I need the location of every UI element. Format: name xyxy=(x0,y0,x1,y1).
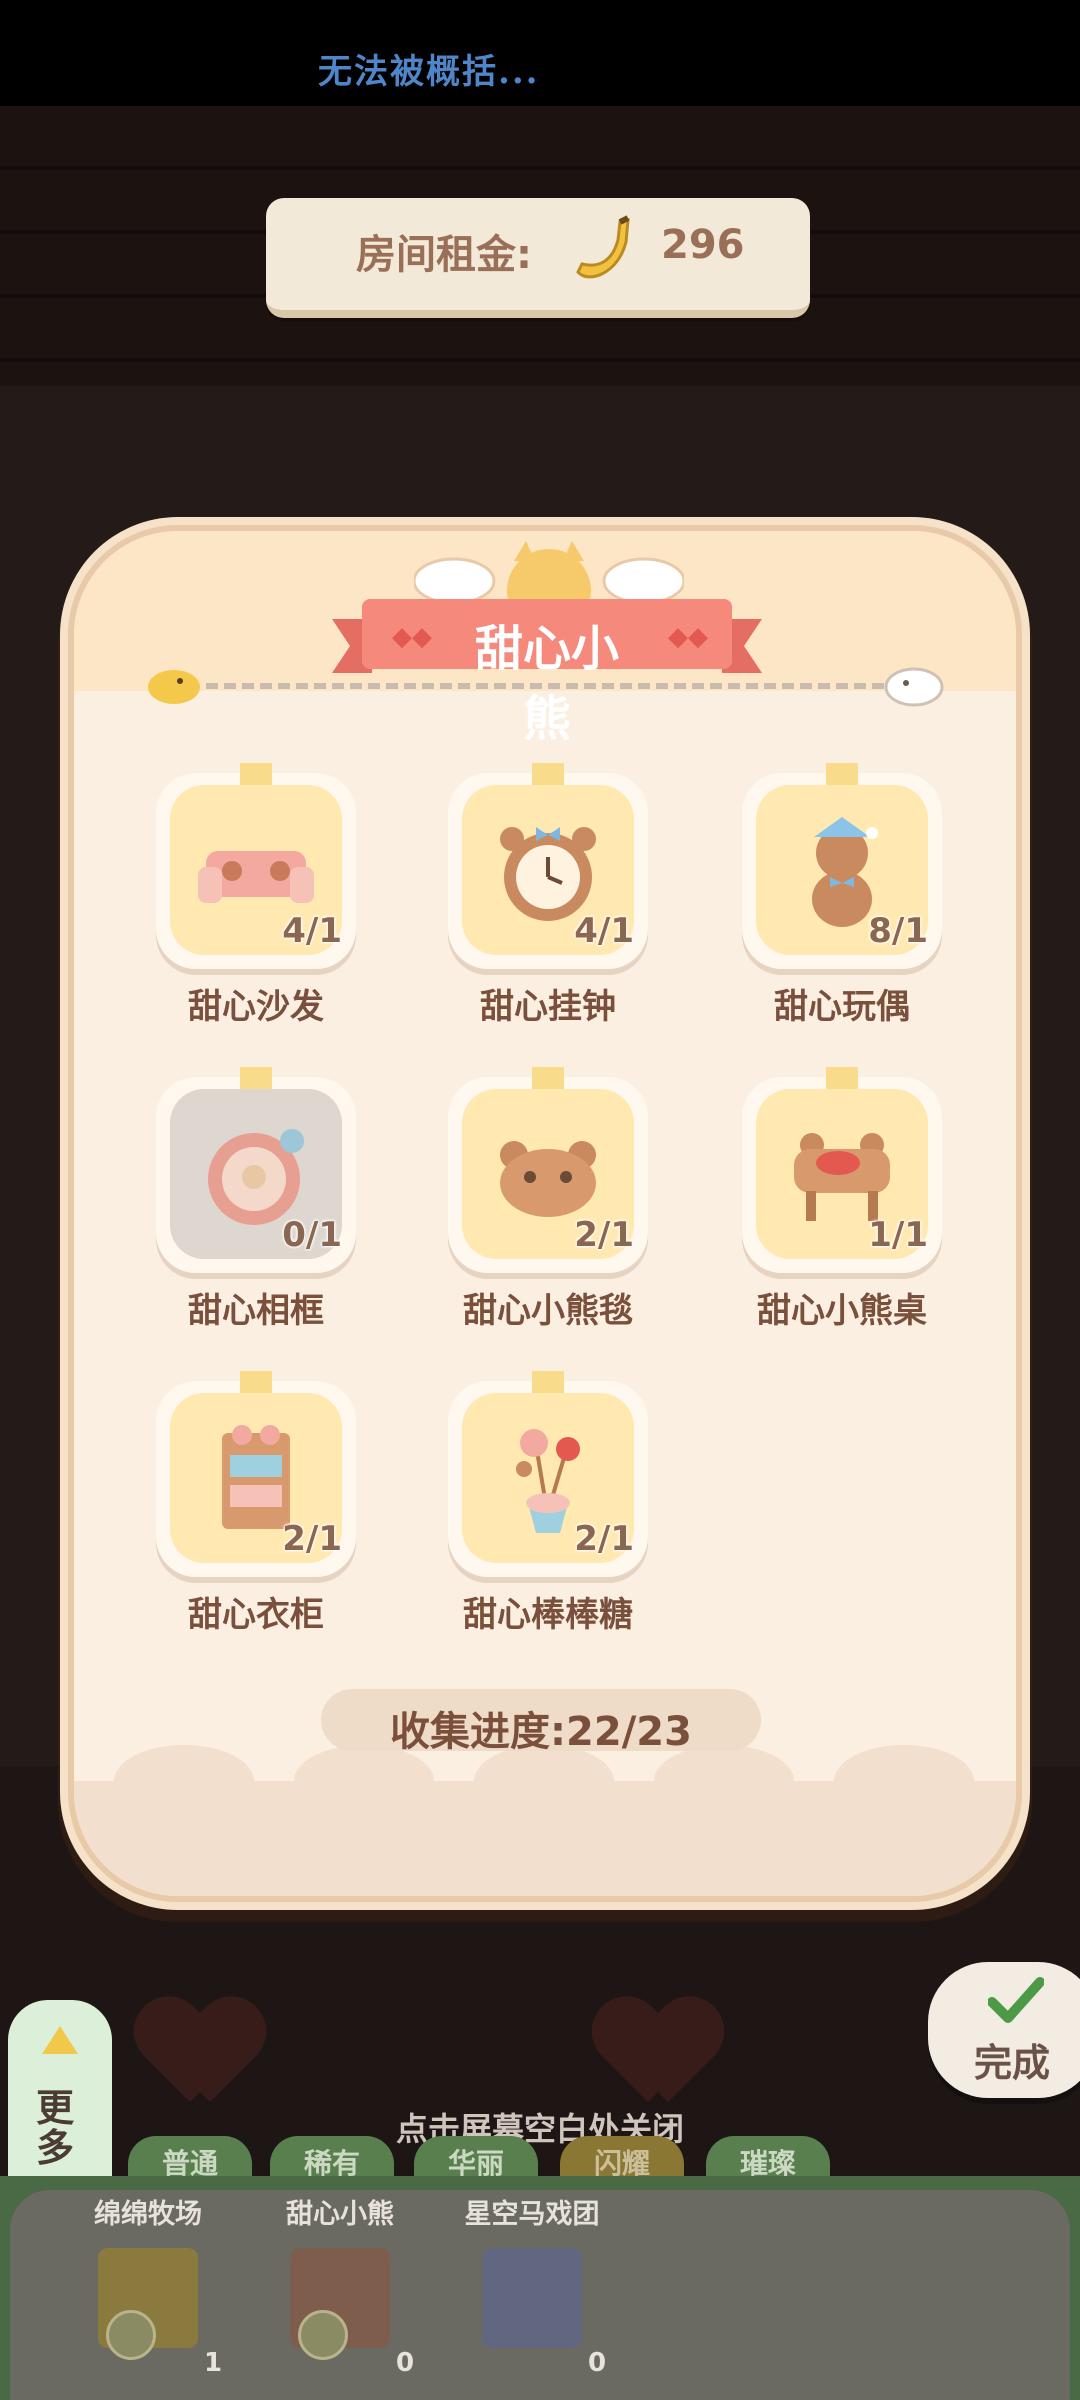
set-count: 0 xyxy=(396,2348,415,2378)
modal-title: 甜心小熊 xyxy=(474,621,619,747)
set-name: 甜心小熊 xyxy=(286,2199,394,2230)
set-count: 1 xyxy=(204,2348,223,2378)
item-count: 1/1 xyxy=(868,1215,928,1255)
item-name: 甜心棒棒糖 xyxy=(463,1595,633,1635)
checkmark-icon xyxy=(988,1977,1044,2023)
magnifier-icon xyxy=(106,2310,156,2360)
svg-text:◆◆: ◆◆ xyxy=(392,622,432,652)
collection-progress-text: 收集进度:22/23 xyxy=(390,1709,692,1755)
status-bar: 无法被概括... xyxy=(0,0,1080,106)
set-item[interactable]: 绵绵牧场 1 xyxy=(68,2192,228,2392)
item-count: 4/1 xyxy=(574,911,634,951)
collection-modal: ◆◆ ◆◆ 甜心小熊 4/1 甜心沙发 4/1 甜心挂钟 8/1 甜心玩偶 0/… xyxy=(68,525,1022,1902)
status-text: 无法被概括... xyxy=(318,52,540,92)
item-name: 甜心玩偶 xyxy=(774,987,910,1027)
dashed-divider xyxy=(206,683,884,689)
more-button[interactable]: 更多 xyxy=(8,2000,112,2200)
rent-value: 296 xyxy=(661,222,745,268)
item-name: 甜心小熊毯 xyxy=(463,1291,633,1331)
chick-icon xyxy=(148,670,200,704)
rent-label: 房间租金: xyxy=(356,232,532,278)
ghost-icon xyxy=(884,667,944,707)
arrow-up-icon xyxy=(42,2026,78,2054)
item-count: 4/1 xyxy=(282,911,342,951)
item-count: 2/1 xyxy=(282,1519,342,1559)
set-item[interactable]: 星空马戏团 0 xyxy=(452,2192,612,2392)
item-name: 甜心衣柜 xyxy=(188,1595,324,1635)
modal-footer-band xyxy=(74,1745,1016,1896)
set-name: 绵绵牧场 xyxy=(94,2199,202,2230)
svg-text:◆◆: ◆◆ xyxy=(668,622,708,652)
set-item[interactable]: 甜心小熊 0 xyxy=(260,2192,420,2392)
done-button[interactable]: 完成 xyxy=(928,1962,1080,2098)
item-count: 0/1 xyxy=(282,1215,342,1255)
item-count: 8/1 xyxy=(868,911,928,951)
item-name: 甜心挂钟 xyxy=(480,987,616,1027)
set-name: 星空马戏团 xyxy=(464,2199,600,2230)
item-name: 甜心沙发 xyxy=(188,987,324,1027)
magnifier-icon xyxy=(298,2310,348,2360)
item-count: 2/1 xyxy=(574,1215,634,1255)
gift-box-icon xyxy=(482,2248,582,2348)
room-rent-bar: 房间租金: 296 xyxy=(266,198,810,318)
collection-progress: 收集进度:22/23 xyxy=(321,1689,761,1755)
item-name: 甜心小熊桌 xyxy=(757,1291,927,1331)
set-count: 0 xyxy=(588,2348,607,2378)
item-count: 2/1 xyxy=(574,1519,634,1559)
done-label: 完成 xyxy=(974,2041,1051,2085)
banana-icon xyxy=(576,215,630,279)
item-name: 甜心相框 xyxy=(188,1291,324,1331)
